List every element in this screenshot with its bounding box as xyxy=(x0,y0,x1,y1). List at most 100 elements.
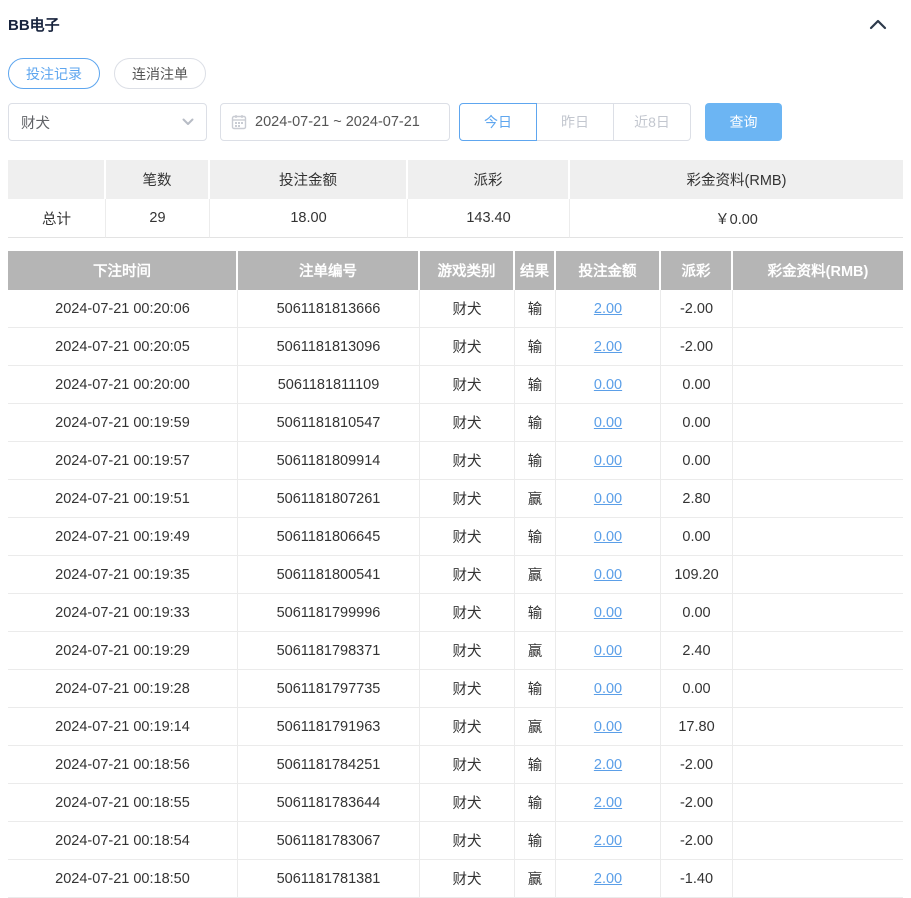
bet-amount-link[interactable]: 0.00 xyxy=(594,643,622,659)
bonus-cell xyxy=(733,594,903,632)
payout-cell: 2.80 xyxy=(661,480,733,518)
query-button[interactable]: 查询 xyxy=(705,103,782,141)
order-id-cell: 5061181799996 xyxy=(238,594,420,632)
bet-time-cell: 2024-07-21 00:18:54 xyxy=(8,822,238,860)
payout-cell: 2.40 xyxy=(661,632,733,670)
bet-amount-link[interactable]: 0.00 xyxy=(594,567,622,583)
bet-amount-link[interactable]: 2.00 xyxy=(594,757,622,773)
table-row: 2024-07-21 00:18:54 5061181783067 财犬输 2.00 -… xyxy=(8,822,903,860)
payout-cell: 0.00 xyxy=(661,442,733,480)
bonus-cell xyxy=(733,556,903,594)
bet-time-cell: 2024-07-21 00:18:55 xyxy=(8,784,238,822)
bet-amount-link[interactable]: 0.00 xyxy=(594,453,622,469)
collapse-button[interactable] xyxy=(869,18,887,30)
records-header-row: 下注时间 注单编号 游戏类别 结果 投注金额 派彩 彩金资料(RMB) xyxy=(8,251,903,290)
result-cell: 赢 xyxy=(515,480,556,518)
bet-time-cell: 2024-07-21 00:19:28 xyxy=(8,670,238,708)
bet-amount-link[interactable]: 0.00 xyxy=(594,491,622,507)
game-type-cell: 财犬 xyxy=(420,556,515,594)
panel-header: BB电子 xyxy=(8,0,903,35)
payout-cell: -2.00 xyxy=(661,822,733,860)
bet-amount-cell: 0.00 xyxy=(556,632,661,670)
result-cell: 输 xyxy=(515,784,556,822)
bonus-cell xyxy=(733,822,903,860)
bet-amount-link[interactable]: 2.00 xyxy=(594,795,622,811)
bet-amount-link[interactable]: 0.00 xyxy=(594,605,622,621)
bet-amount-link[interactable]: 2.00 xyxy=(594,833,622,849)
bonus-cell xyxy=(733,670,903,708)
col-header-bonus: 彩金资料(RMB) xyxy=(733,251,903,290)
table-row: 2024-07-21 00:19:49 5061181806645 财犬输 0.00 0… xyxy=(8,518,903,556)
filter-bar: 财犬 2024-07-21 ~ 2024-07-21 今日 昨日 近8日 查询 xyxy=(8,103,903,141)
bonus-cell xyxy=(733,328,903,366)
bet-amount-link[interactable]: 0.00 xyxy=(594,377,622,393)
bet-amount-link[interactable]: 0.00 xyxy=(594,719,622,735)
bet-time-cell: 2024-07-21 00:19:51 xyxy=(8,480,238,518)
game-type-cell: 财犬 xyxy=(420,708,515,746)
bet-amount-link[interactable]: 0.00 xyxy=(594,415,622,431)
payout-cell: 17.80 xyxy=(661,708,733,746)
payout-cell: -1.40 xyxy=(661,860,733,898)
summary-total-row: 总计 29 18.00 143.40 ￥0.00 xyxy=(8,199,903,238)
result-cell: 输 xyxy=(515,822,556,860)
payout-cell: 0.00 xyxy=(661,594,733,632)
chevron-down-icon xyxy=(182,118,194,126)
bet-amount-link[interactable]: 0.00 xyxy=(594,681,622,697)
bet-time-cell: 2024-07-21 00:19:35 xyxy=(8,556,238,594)
summary-header-row: 笔数 投注金额 派彩 彩金资料(RMB) xyxy=(8,160,903,199)
game-select[interactable]: 财犬 xyxy=(8,103,207,141)
bet-amount-cell: 2.00 xyxy=(556,328,661,366)
bet-time-cell: 2024-07-21 00:20:05 xyxy=(8,328,238,366)
result-cell: 输 xyxy=(515,328,556,366)
bet-time-cell: 2024-07-21 00:18:56 xyxy=(8,746,238,784)
bet-time-cell: 2024-07-21 00:18:50 xyxy=(8,860,238,898)
order-id-cell: 5061181798371 xyxy=(238,632,420,670)
tab-cancelled-orders[interactable]: 连消注单 xyxy=(114,58,206,89)
bonus-cell xyxy=(733,366,903,404)
table-row: 2024-07-21 00:19:51 5061181807261 财犬赢 0.00 2… xyxy=(8,480,903,518)
table-row: 2024-07-21 00:19:59 5061181810547 财犬输 0.00 0… xyxy=(8,404,903,442)
quick-button-yesterday[interactable]: 昨日 xyxy=(536,103,614,141)
game-type-cell: 财犬 xyxy=(420,670,515,708)
summary-total-payout: 143.40 xyxy=(408,199,570,238)
bet-records-table: 下注时间 注单编号 游戏类别 结果 投注金额 派彩 彩金资料(RMB) 2024… xyxy=(8,251,903,898)
summary-header-count: 笔数 xyxy=(106,160,210,199)
result-cell: 输 xyxy=(515,366,556,404)
bet-amount-cell: 0.00 xyxy=(556,442,661,480)
col-header-result: 结果 xyxy=(515,251,556,290)
order-id-cell: 5061181806645 xyxy=(238,518,420,556)
payout-cell: -2.00 xyxy=(661,746,733,784)
result-cell: 赢 xyxy=(515,860,556,898)
game-type-cell: 财犬 xyxy=(420,860,515,898)
chevron-up-icon xyxy=(869,18,887,33)
quick-button-today[interactable]: 今日 xyxy=(459,103,537,141)
order-id-cell: 5061181791963 xyxy=(238,708,420,746)
bet-amount-cell: 0.00 xyxy=(556,670,661,708)
game-type-cell: 财犬 xyxy=(420,518,515,556)
bet-amount-link[interactable]: 2.00 xyxy=(594,871,622,887)
bet-amount-cell: 2.00 xyxy=(556,784,661,822)
date-quick-buttons: 今日 昨日 近8日 xyxy=(459,103,691,141)
table-row: 2024-07-21 00:20:06 5061181813666 财犬输 2.00 -… xyxy=(8,290,903,328)
table-row: 2024-07-21 00:19:28 5061181797735 财犬输 0.00 0… xyxy=(8,670,903,708)
bet-amount-link[interactable]: 2.00 xyxy=(594,339,622,355)
tab-bet-records[interactable]: 投注记录 xyxy=(8,58,100,89)
game-type-cell: 财犬 xyxy=(420,594,515,632)
result-cell: 输 xyxy=(515,290,556,328)
col-header-order-id: 注单编号 xyxy=(238,251,420,290)
payout-cell: -2.00 xyxy=(661,328,733,366)
summary-header-empty xyxy=(8,160,106,199)
date-range-picker[interactable]: 2024-07-21 ~ 2024-07-21 xyxy=(220,103,450,141)
bet-amount-link[interactable]: 0.00 xyxy=(594,529,622,545)
col-header-payout: 派彩 xyxy=(661,251,733,290)
bonus-cell xyxy=(733,480,903,518)
order-id-cell: 5061181781381 xyxy=(238,860,420,898)
summary-header-bet-amount: 投注金额 xyxy=(210,160,408,199)
quick-button-last-8-days[interactable]: 近8日 xyxy=(613,103,691,141)
bet-amount-link[interactable]: 2.00 xyxy=(594,301,622,317)
bonus-cell xyxy=(733,518,903,556)
bet-amount-cell: 0.00 xyxy=(556,480,661,518)
bonus-cell xyxy=(733,632,903,670)
result-cell: 赢 xyxy=(515,632,556,670)
result-cell: 赢 xyxy=(515,556,556,594)
